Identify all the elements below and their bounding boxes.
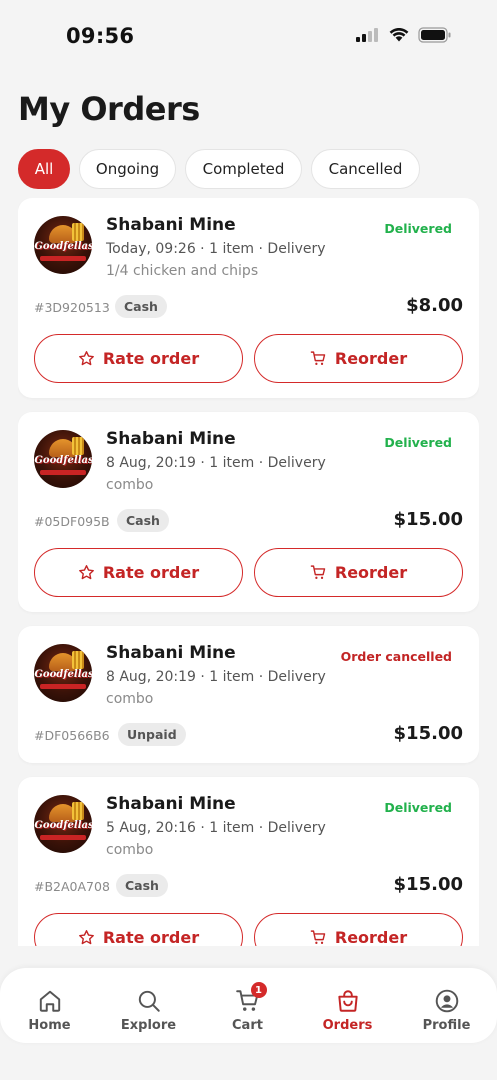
order-id: #B2A0A708 — [34, 879, 110, 894]
filter-chip-cancelled[interactable]: Cancelled — [311, 149, 420, 189]
rate-order-label: Rate order — [102, 349, 200, 368]
order-status: Delivered — [384, 221, 452, 236]
order-card[interactable]: Goodfellas Shabani Mine Today, 09:26 · 1… — [18, 198, 479, 398]
page-title: My Orders — [18, 90, 200, 128]
cart-icon — [310, 930, 326, 944]
cart-count-badge: 1 — [250, 982, 267, 998]
order-status: Order cancelled — [340, 649, 452, 664]
order-description: 1/4 chicken and chips — [106, 263, 259, 279]
restaurant-logo: Goodfellas — [34, 216, 92, 274]
order-meta: 5 Aug, 20:16 · 1 item · Delivery — [106, 820, 326, 836]
reorder-button[interactable]: Reorder — [254, 334, 463, 383]
search-icon — [138, 990, 160, 1012]
order-id: #3D920513 — [34, 300, 110, 315]
order-price: $15.00 — [393, 874, 463, 895]
reorder-button[interactable]: Reorder — [254, 913, 463, 946]
order-id: #05DF095B — [34, 514, 110, 529]
nav-orders-label: Orders — [322, 1018, 373, 1033]
restaurant-logo: Goodfellas — [34, 430, 92, 488]
bag-icon — [337, 990, 358, 1012]
nav-cart-label: Cart — [232, 1018, 263, 1033]
order-description: combo — [106, 477, 154, 493]
wifi-icon — [389, 28, 409, 42]
order-price: $15.00 — [393, 509, 463, 530]
order-meta: 8 Aug, 20:19 · 1 item · Delivery — [106, 455, 326, 471]
order-meta: 8 Aug, 20:19 · 1 item · Delivery — [106, 669, 326, 685]
payment-badge: Cash — [116, 874, 168, 897]
restaurant-name: Shabani Mine — [106, 215, 236, 235]
reorder-label: Reorder — [334, 928, 408, 946]
bottom-nav: Home Explore 1 Cart Orders Profile — [0, 968, 497, 1043]
battery-icon — [418, 27, 451, 43]
order-price: $15.00 — [393, 723, 463, 744]
order-status: Delivered — [384, 800, 452, 815]
nav-profile-label: Profile — [422, 1018, 471, 1033]
status-icons — [356, 27, 452, 43]
rate-order-label: Rate order — [102, 928, 200, 946]
nav-home-label: Home — [28, 1018, 71, 1033]
star-icon — [78, 930, 94, 945]
payment-badge: Unpaid — [118, 723, 186, 746]
order-status: Delivered — [384, 435, 452, 450]
order-price: $8.00 — [406, 295, 463, 316]
orders-list[interactable]: Goodfellas Shabani Mine Today, 09:26 · 1… — [18, 198, 479, 946]
reorder-label: Reorder — [334, 563, 408, 582]
order-description: combo — [106, 842, 154, 858]
cart-icon — [310, 565, 326, 579]
restaurant-name: Shabani Mine — [106, 429, 236, 449]
reorder-button[interactable]: Reorder — [254, 548, 463, 597]
payment-badge: Cash — [115, 295, 167, 318]
nav-orders[interactable]: Orders — [298, 968, 397, 1043]
status-time: 09:56 — [66, 24, 135, 48]
order-id: #DF0566B6 — [34, 728, 110, 743]
restaurant-logo: Goodfellas — [34, 795, 92, 853]
order-card[interactable]: Goodfellas Shabani Mine 8 Aug, 20:19 · 1… — [18, 412, 479, 612]
order-description: combo — [106, 691, 154, 707]
restaurant-name: Shabani Mine — [106, 794, 236, 814]
payment-badge: Cash — [117, 509, 169, 532]
restaurant-name: Shabani Mine — [106, 643, 236, 663]
star-icon — [78, 565, 94, 580]
cart-icon — [310, 351, 326, 365]
restaurant-logo: Goodfellas — [34, 644, 92, 702]
nav-explore-label: Explore — [120, 1018, 177, 1033]
filter-chip-all[interactable]: All — [18, 149, 70, 189]
nav-cart[interactable]: 1 Cart — [198, 968, 297, 1043]
order-card[interactable]: Goodfellas Shabani Mine 5 Aug, 20:16 · 1… — [18, 777, 479, 946]
rate-order-label: Rate order — [102, 563, 200, 582]
filter-chip-completed[interactable]: Completed — [185, 149, 302, 189]
filter-tabs: All Ongoing Completed Cancelled — [18, 149, 420, 189]
nav-profile[interactable]: Profile — [397, 968, 496, 1043]
user-icon — [435, 989, 458, 1013]
star-icon — [78, 351, 94, 366]
status-bar: 09:56 — [0, 0, 497, 70]
rate-order-button[interactable]: Rate order — [34, 548, 243, 597]
order-card[interactable]: Goodfellas Shabani Mine 8 Aug, 20:19 · 1… — [18, 626, 479, 763]
signal-icon — [356, 28, 378, 42]
cart-icon-wrap: 1 — [235, 982, 267, 1014]
order-meta: Today, 09:26 · 1 item · Delivery — [106, 241, 326, 257]
nav-explore[interactable]: Explore — [99, 968, 198, 1043]
rate-order-button[interactable]: Rate order — [34, 913, 243, 946]
reorder-label: Reorder — [334, 349, 408, 368]
filter-chip-ongoing[interactable]: Ongoing — [79, 149, 176, 189]
nav-home[interactable]: Home — [0, 968, 99, 1043]
rate-order-button[interactable]: Rate order — [34, 334, 243, 383]
home-icon — [39, 990, 60, 1012]
